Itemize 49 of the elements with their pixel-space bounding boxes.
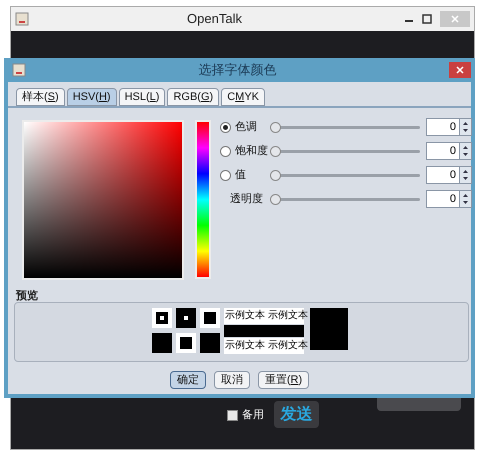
color-swatch [200,333,220,353]
dialog-button[interactable]: 取消 [214,371,250,389]
dialog-button[interactable]: 确定 [170,371,206,389]
channel-label: 饱和度 [235,144,268,159]
spinner-arrows-icon[interactable] [459,167,471,183]
tab[interactable]: HSV(H) [66,88,117,106]
maximize-icon[interactable] [422,14,432,24]
slider-thumb[interactable] [270,194,281,204]
number-spinner[interactable]: 0 [426,190,472,208]
close-icon [456,66,464,74]
color-field[interactable] [22,120,184,280]
sample-text: 示例文本 [268,308,308,323]
channel-label: 色调 [235,120,257,135]
slider-thumb[interactable] [270,170,281,180]
color-swatch [152,333,172,353]
radio-button[interactable] [220,146,231,156]
spinner-arrows-icon[interactable] [459,191,471,207]
radio-button[interactable] [220,170,231,180]
send-button[interactable]: 发送 [274,401,319,428]
color-swatch [152,308,172,328]
tab[interactable]: RGB(G) [167,88,220,106]
hue-bar[interactable] [195,120,211,279]
window-title: OpenTalk [186,10,243,28]
tab[interactable]: HSL(L) [118,88,166,106]
sample-text: 示例文本 [268,338,308,353]
sample-text: 示例文本 [225,308,265,323]
slider-thumb[interactable] [270,122,281,132]
color-swatch [200,308,220,328]
close-button[interactable] [449,62,471,78]
number-spinner[interactable]: 0 [426,118,472,136]
radio-button[interactable] [220,122,231,132]
backup-label: 备用 [242,408,264,423]
color-swatch [176,333,196,353]
number-spinner[interactable]: 0 [426,166,472,184]
channel-label: 透明度 [230,192,263,207]
tab[interactable]: 样本(S) [16,88,65,106]
spinner-arrows-icon[interactable] [459,143,471,159]
dialog-button[interactable]: 重置(R) [258,371,310,389]
color-swatch [176,308,196,328]
sample-text: 示例文本 [225,338,265,353]
spinner-arrows-icon[interactable] [459,119,471,135]
slider-thumb[interactable] [270,146,281,156]
channel-label: 值 [235,168,246,183]
backup-checkbox[interactable] [227,410,238,421]
preview-label: 预览 [16,288,38,304]
number-spinner[interactable]: 0 [426,142,472,160]
close-icon [451,15,459,23]
tab[interactable]: CMYK [221,88,265,106]
dialog-title: 选择字体颜色 [198,61,278,80]
